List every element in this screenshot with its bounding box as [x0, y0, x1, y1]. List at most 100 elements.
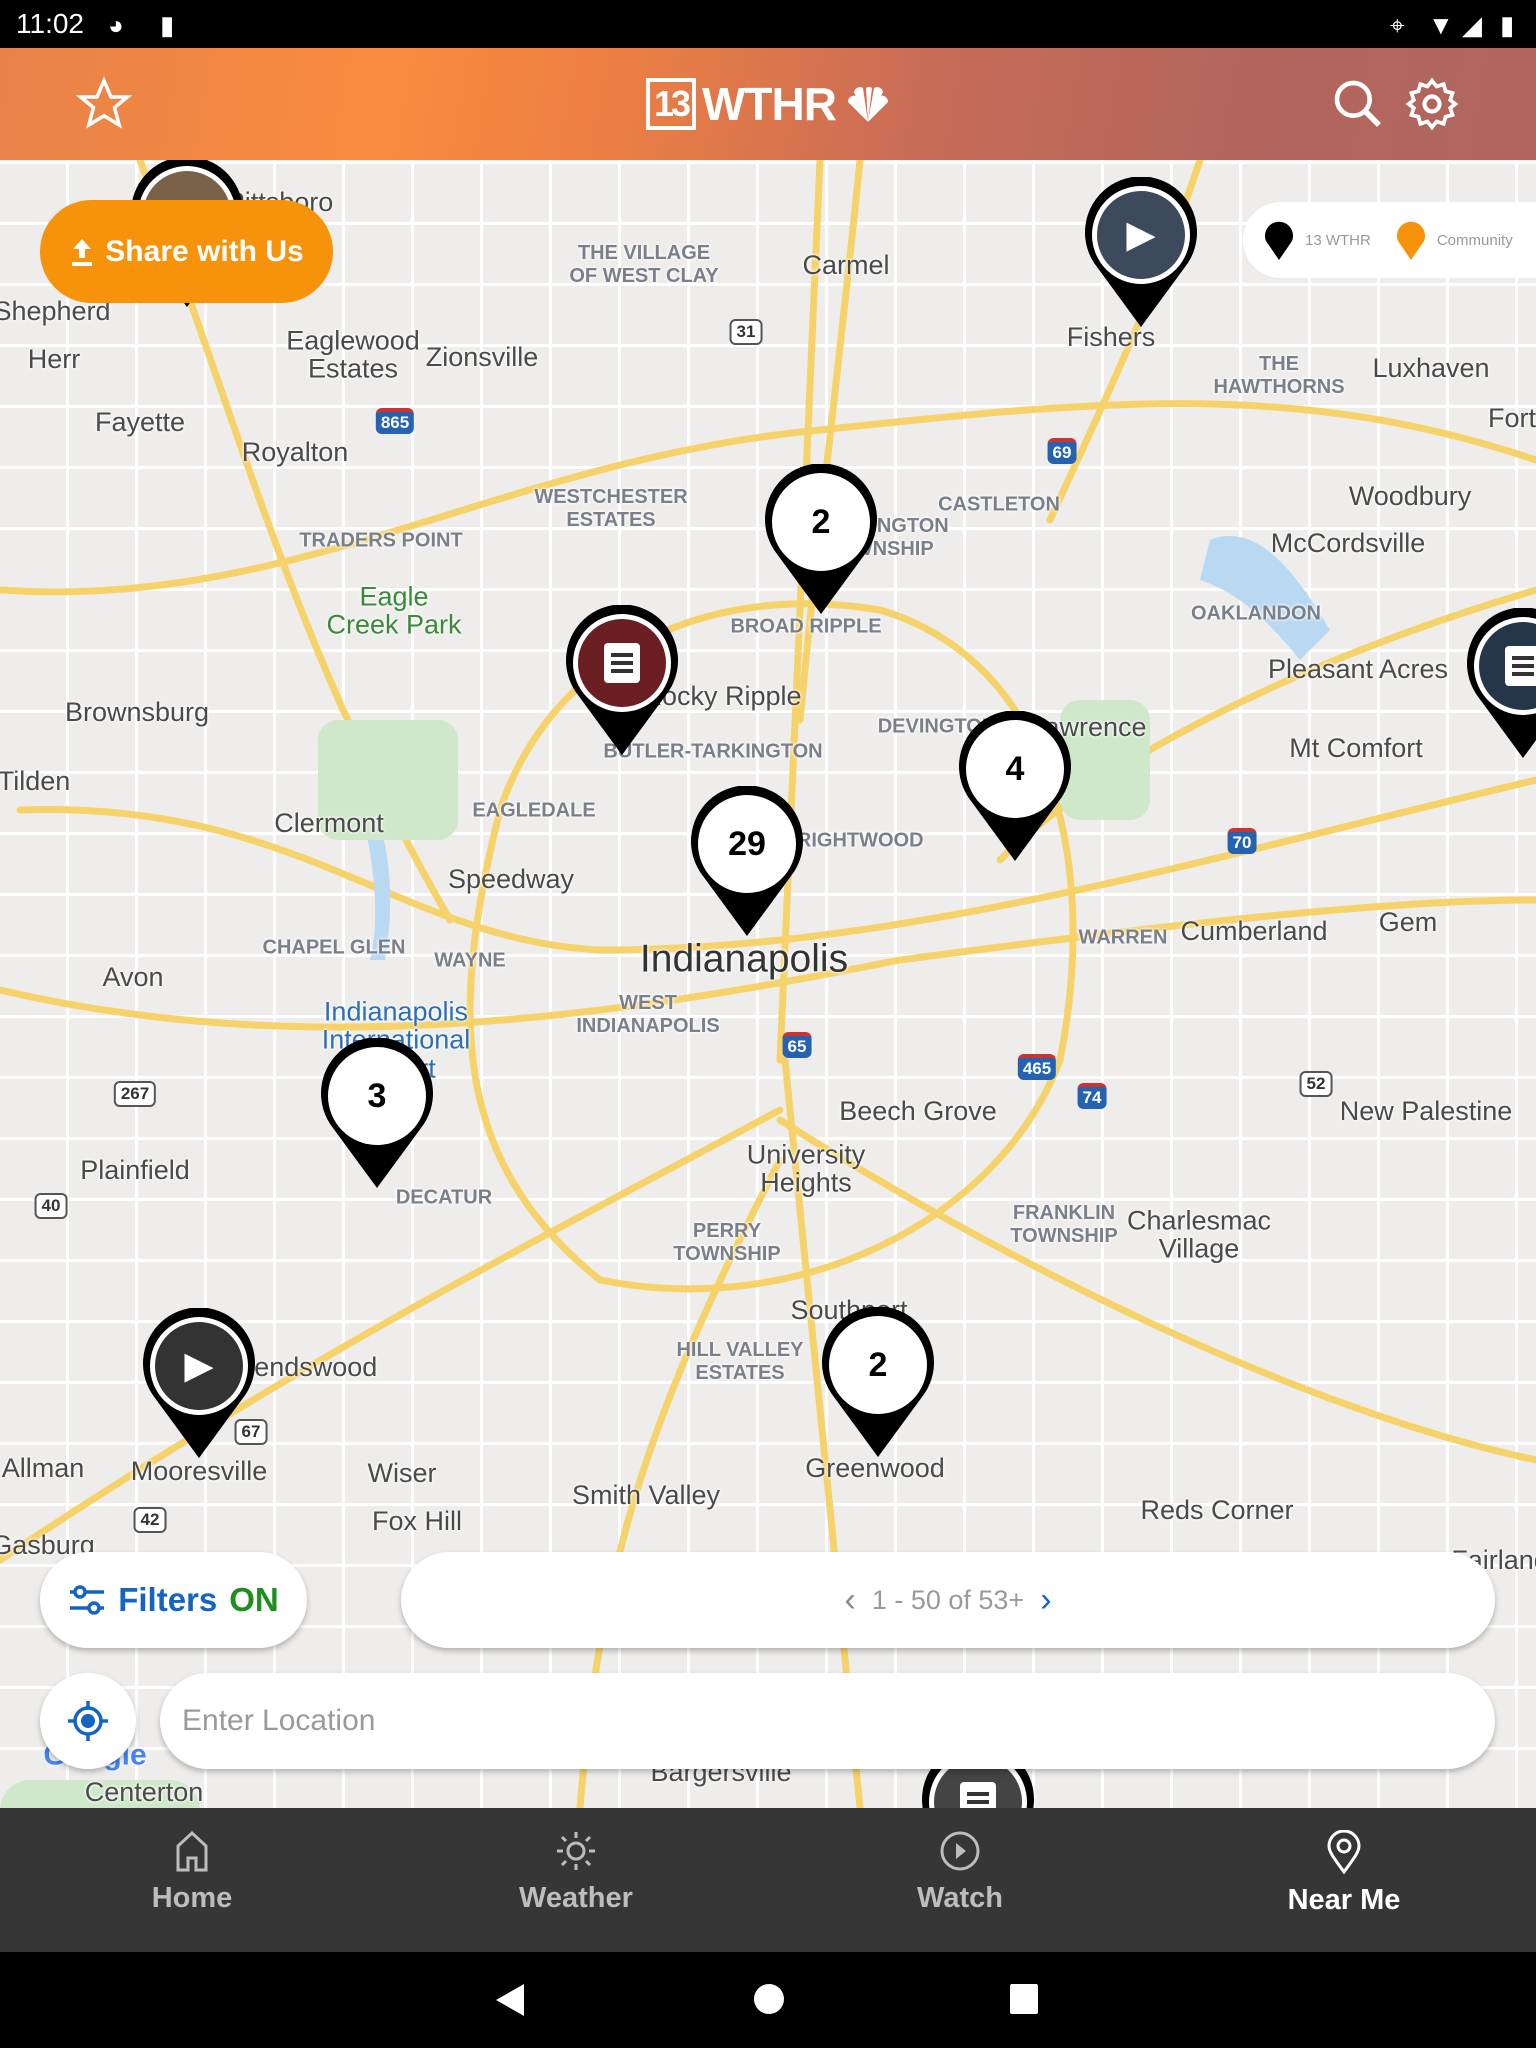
city-label: Indianapolis	[639, 937, 849, 981]
status-bar: 11:02 ◕ ▮ ⌖ ▼ ◢ ▮	[0, 0, 1536, 48]
neighborhood-label: WAYNE	[434, 949, 506, 972]
search-icon[interactable]	[1330, 76, 1386, 132]
map-label: New Palestine	[1339, 1095, 1513, 1126]
star-icon[interactable]	[76, 76, 132, 132]
map-label: Reds Corner	[1140, 1494, 1294, 1525]
highway-shield: 69	[1047, 438, 1077, 464]
play-icon: ▶	[184, 1345, 214, 1387]
play-icon: ▶	[1126, 214, 1156, 256]
previous-page-button[interactable]: ‹	[844, 1581, 855, 1620]
neighborhood-label: BROAD RIPPLE	[730, 615, 882, 638]
gear-icon[interactable]	[1404, 76, 1460, 132]
highway-shield: 267	[113, 1081, 157, 1107]
location-field[interactable]	[160, 1673, 1495, 1769]
neighborhood-label: FRANKLIN TOWNSHIP	[1010, 1202, 1118, 1247]
wthr-logo: 13 WTHR	[646, 74, 894, 134]
location-status-icon: ⌖	[1390, 10, 1405, 40]
sun-icon	[557, 1832, 595, 1870]
nav-near-me[interactable]: Near Me	[1152, 1808, 1536, 1952]
video-marker[interactable]: ▶	[141, 1307, 257, 1460]
neighborhood-label: THE HAWTHORNS	[1213, 353, 1345, 398]
crosshair-icon	[68, 1701, 108, 1741]
highway-shield: 31	[729, 319, 763, 345]
neighborhood-label: WEST INDIANAPOLIS	[576, 992, 720, 1037]
play-circle-icon	[940, 1831, 980, 1871]
wifi-icon: ▼	[1428, 10, 1454, 40]
status-time: 11:02	[16, 8, 84, 39]
location-pin-icon	[1327, 1830, 1361, 1874]
neighborhood-label: WESTCHESTER ESTATES	[534, 486, 688, 531]
nav-home[interactable]: Home	[0, 1808, 384, 1952]
nav-weather[interactable]: Weather	[384, 1808, 768, 1952]
map-label: Woodbury	[1348, 480, 1472, 511]
location-input[interactable]	[160, 1673, 1495, 1769]
highway-shield: 865	[375, 408, 415, 434]
map-label: University Heights	[746, 1139, 866, 1198]
map-label: Pleasant Acres	[1267, 653, 1449, 684]
neighborhood-label: TRADERS POINT	[299, 529, 463, 552]
map-label: Charlesmac Village	[1126, 1205, 1272, 1264]
map-label: Plainfield	[80, 1154, 190, 1185]
neighborhood-label: OAKLANDON	[1191, 602, 1321, 625]
cluster-marker[interactable]: 2	[820, 1306, 936, 1459]
neighborhood-label: HILL VALLEY ESTATES	[676, 1339, 804, 1384]
nav-watch[interactable]: Watch	[768, 1808, 1152, 1952]
map-label: Fox Hill	[371, 1505, 463, 1536]
article-marker[interactable]	[564, 604, 680, 757]
highway-shield: 40	[34, 1193, 68, 1219]
system-navigation-bar	[0, 1952, 1536, 2048]
back-button[interactable]	[494, 1982, 526, 2023]
cluster-marker[interactable]: 2	[763, 463, 879, 616]
map-label: Carmel	[802, 249, 890, 280]
share-with-us-button[interactable]: Share with Us	[40, 200, 333, 303]
map-label: Beech Grove	[839, 1095, 997, 1126]
sd-card-icon: ▮	[160, 10, 175, 40]
pagination-bar: ‹ 1 - 50 of 53+ ›	[401, 1552, 1495, 1648]
map-label: Zionsville	[425, 341, 539, 372]
map-label: Luxhaven	[1372, 352, 1490, 383]
map-label: Royalton	[241, 436, 349, 467]
sliders-icon	[70, 1585, 105, 1615]
upload-icon	[72, 238, 93, 266]
neighborhood-label: CHAPEL GLEN	[262, 936, 406, 959]
article-marker[interactable]	[1465, 607, 1536, 760]
app-header: 13 WTHR	[0, 48, 1536, 160]
map-legend: 13 WTHR Community	[1243, 202, 1536, 278]
recents-button[interactable]	[1008, 1982, 1040, 2021]
neighborhood-label: WARREN	[1078, 926, 1168, 949]
home-icon	[176, 1830, 208, 1872]
bottom-navigation: Home Weather Watch Near Me	[0, 1808, 1536, 1952]
wthr-pin-icon	[1265, 221, 1293, 260]
map-label: Tilden	[0, 765, 71, 796]
my-location-button[interactable]	[40, 1673, 136, 1769]
neighborhood-label: CASTLETON	[938, 493, 1060, 516]
map-label: Wiser	[367, 1457, 437, 1488]
neighborhood-label: PERRY TOWNSHIP	[673, 1220, 781, 1265]
highway-shield: 74	[1077, 1083, 1107, 1109]
map-label: Smith Valley	[571, 1479, 721, 1510]
cluster-marker[interactable]: 29	[689, 785, 805, 938]
battery-icon: ▮	[1500, 10, 1515, 40]
cluster-marker[interactable]: 3	[319, 1037, 435, 1190]
map-label: Cumberland	[1180, 915, 1328, 946]
neighborhood-label: EAGLEDALE	[472, 799, 596, 822]
next-page-button[interactable]: ›	[1040, 1581, 1051, 1620]
highway-shield: 465	[1017, 1054, 1057, 1080]
video-marker[interactable]: ▶	[1083, 176, 1199, 329]
map-label: Herr	[27, 343, 81, 374]
nbc-peacock-icon	[847, 87, 888, 122]
notification-icon: ◕	[108, 10, 124, 40]
filters-button[interactable]: Filters ON	[40, 1552, 307, 1648]
map-label: Centerton	[84, 1776, 204, 1807]
highway-shield: 52	[1299, 1071, 1333, 1097]
map-label: Avon	[102, 961, 164, 992]
home-system-button[interactable]	[752, 1982, 786, 2021]
pagination-text: 1 - 50 of 53+	[871, 1584, 1025, 1615]
map-label: Allman	[1, 1452, 85, 1483]
highway-shield: 65	[782, 1032, 812, 1058]
park-label: Eagle Creek Park	[326, 581, 462, 640]
map-label: Fayette	[94, 406, 186, 437]
highway-shield: 70	[1227, 828, 1257, 854]
map-label: McCordsville	[1270, 527, 1426, 558]
cluster-marker[interactable]: 4	[957, 710, 1073, 863]
